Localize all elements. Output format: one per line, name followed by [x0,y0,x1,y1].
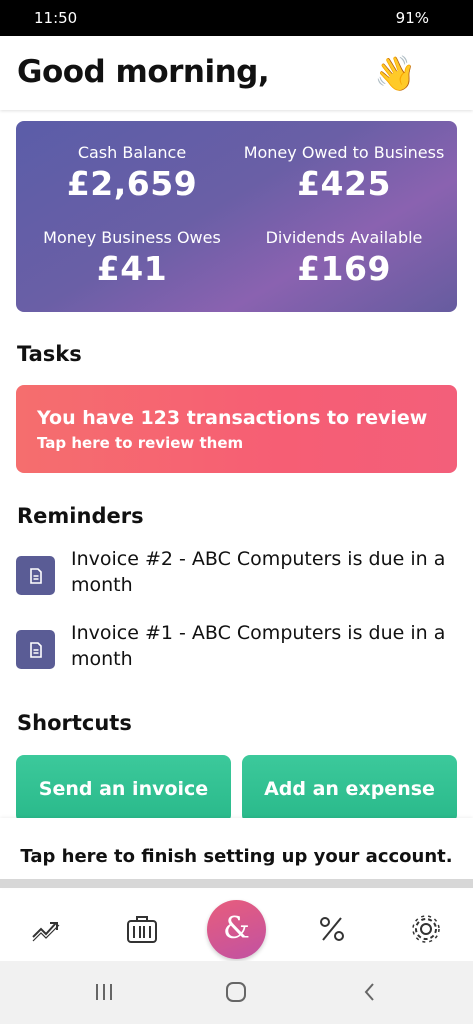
reminder-item[interactable]: Invoice #1 - ABC Computers is due in a m… [16,620,457,676]
bottom-tab-bar: & [0,897,473,961]
money-business-owes-value: £41 [96,249,168,288]
bank-icon[interactable] [124,911,160,947]
cash-balance-label: Cash Balance [77,143,187,162]
dividends-available-label: Dividends Available [265,228,423,247]
add-expense-button[interactable]: Add an expense [242,755,457,823]
document-icon [16,556,55,595]
reminder-text: Invoice #2 - ABC Computers is due in a m… [71,548,446,596]
cash-balance-stat[interactable]: Cash Balance £2,659 [22,143,242,203]
trend-icon[interactable] [29,911,65,947]
dividends-available-value: £169 [297,249,391,288]
cash-balance-value: £2,659 [66,164,198,203]
status-battery: 91% [395,9,429,27]
review-transactions-card[interactable]: You have 123 transactions to review Tap … [16,385,457,473]
task-subtext: Tap here to review them [37,434,244,452]
document-icon [16,630,55,669]
back-icon[interactable] [362,981,378,1007]
greeting-title: Good morning, [17,54,270,90]
task-headline: You have 123 transactions to review [37,407,428,429]
money-business-owes-label: Money Business Owes [43,228,221,247]
status-time: 11:50 [34,9,78,27]
status-bar: 11:50 91% [0,0,473,36]
finish-setup-text: Tap here to finish setting up your accou… [20,846,453,867]
gear-icon[interactable] [408,911,444,947]
waving-hand-icon: 👋 [374,54,417,94]
balance-summary-card: Cash Balance £2,659 Money Owed to Busine… [16,121,457,312]
percent-icon[interactable] [314,911,350,947]
reminders-heading: Reminders [17,504,144,528]
send-invoice-button[interactable]: Send an invoice [16,755,231,823]
home-icon[interactable] [225,981,247,1007]
ampersand-icon[interactable]: & [207,900,266,959]
money-owed-to-business-stat[interactable]: Money Owed to Business £425 [234,143,454,203]
reminder-item[interactable]: Invoice #2 - ABC Computers is due in a m… [16,546,457,602]
recent-apps-icon[interactable] [93,981,115,1007]
tasks-heading: Tasks [17,342,82,366]
money-owed-to-business-value: £425 [297,164,391,203]
finish-setup-banner[interactable]: Tap here to finish setting up your accou… [0,818,473,888]
reminder-text: Invoice #1 - ABC Computers is due in a m… [71,622,446,670]
money-owed-to-business-label: Money Owed to Business [243,143,445,162]
android-nav-bar [0,961,473,1024]
header: Good morning, 👋 [0,36,473,110]
dividends-available-stat[interactable]: Dividends Available £169 [234,228,454,288]
shortcuts-heading: Shortcuts [17,711,132,735]
money-business-owes-stat[interactable]: Money Business Owes £41 [22,228,242,288]
